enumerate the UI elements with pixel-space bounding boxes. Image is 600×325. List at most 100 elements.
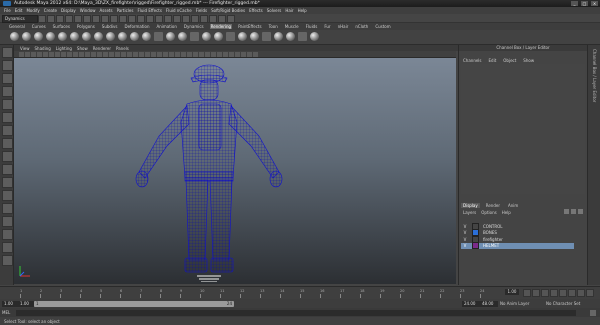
- menu-fluid-ncache[interactable]: Fluid nCache: [166, 8, 192, 13]
- viewport-tool-icon[interactable]: [247, 51, 252, 57]
- scale-tool-icon[interactable]: [2, 112, 13, 123]
- playback-end-field[interactable]: 24.00: [462, 300, 480, 307]
- render-sphere-icon[interactable]: [58, 32, 67, 41]
- viewport-menu-renderer[interactable]: Renderer: [93, 46, 111, 51]
- layer-visibility-toggle[interactable]: V: [461, 243, 469, 248]
- menu-display[interactable]: Display: [61, 8, 76, 13]
- shelf-tab-subdivs[interactable]: Subdivs: [101, 24, 119, 29]
- viewport-tool-icon[interactable]: [79, 51, 84, 57]
- status-tool-icon[interactable]: [110, 15, 118, 23]
- close-button[interactable]: ×: [591, 1, 598, 6]
- viewport-tool-icon[interactable]: [43, 51, 48, 57]
- character-set-selector[interactable]: No Character Set: [546, 301, 580, 307]
- status-tool-icon[interactable]: [164, 15, 172, 23]
- status-tool-icon[interactable]: [128, 15, 136, 23]
- layer-row[interactable]: V HELMET: [461, 242, 574, 249]
- step-back-icon[interactable]: [532, 289, 540, 297]
- viewport-tool-icon[interactable]: [211, 51, 216, 57]
- channel-box-area[interactable]: [461, 64, 585, 194]
- layer-tab-display[interactable]: Display: [461, 203, 480, 208]
- render-sphere-icon[interactable]: [130, 32, 139, 41]
- status-tool-icon[interactable]: [227, 15, 235, 23]
- layer-tab-anim[interactable]: Anim: [506, 203, 520, 208]
- viewport-tool-icon[interactable]: [133, 51, 138, 57]
- layout-script-icon[interactable]: [2, 255, 13, 266]
- shelf-tab-deformation[interactable]: Deformation: [124, 24, 151, 29]
- layer-menu-help[interactable]: Help: [502, 210, 511, 215]
- sidebar-label[interactable]: Channel Box / Layer Editor: [592, 49, 597, 102]
- shelf-tool-icon[interactable]: [250, 32, 259, 41]
- menu-set-selector[interactable]: Dynamics: [2, 15, 38, 23]
- go-start-icon[interactable]: [523, 289, 531, 297]
- layer-color-swatch[interactable]: [472, 242, 479, 249]
- menu-create[interactable]: Create: [44, 8, 57, 13]
- status-tool-icon[interactable]: [137, 15, 145, 23]
- shelf-tab-animation[interactable]: Animation: [156, 24, 178, 29]
- status-tool-icon[interactable]: [173, 15, 181, 23]
- menu-fields[interactable]: Fields: [196, 8, 207, 13]
- viewport-tool-icon[interactable]: [31, 51, 36, 57]
- viewport-tool-icon[interactable]: [127, 51, 132, 57]
- viewport-tool-icon[interactable]: [187, 51, 192, 57]
- shelf-tool-icon[interactable]: [166, 32, 175, 41]
- viewport-tool-icon[interactable]: [175, 51, 180, 57]
- new-layer-selected-icon[interactable]: [571, 209, 576, 214]
- shelf-tool-icon[interactable]: [226, 32, 235, 41]
- playback-start-field[interactable]: 1.00: [18, 300, 34, 307]
- render-sphere-icon[interactable]: [46, 32, 55, 41]
- viewport-tool-icon[interactable]: [91, 51, 96, 57]
- shelf-tool-icon[interactable]: [202, 32, 211, 41]
- status-tool-icon[interactable]: [191, 15, 199, 23]
- layer-tab-render[interactable]: Render: [484, 203, 502, 208]
- channel-menu-edit[interactable]: Edit: [489, 58, 497, 63]
- shelf-tool-icon[interactable]: [310, 32, 319, 41]
- render-sphere-icon[interactable]: [142, 32, 151, 41]
- shelf-tool-icon[interactable]: [274, 32, 283, 41]
- menu-effects[interactable]: Effects: [249, 8, 263, 13]
- layout-two-icon[interactable]: [2, 177, 13, 188]
- menu-help[interactable]: Help: [298, 8, 307, 13]
- end-time-field[interactable]: 48.00: [480, 300, 498, 307]
- channel-menu-show[interactable]: Show: [523, 58, 534, 63]
- viewport-menu-lighting[interactable]: Lighting: [56, 46, 72, 51]
- layer-menu-options[interactable]: Options: [481, 210, 496, 215]
- menu-file[interactable]: File: [4, 8, 11, 13]
- status-tool-icon[interactable]: [38, 15, 46, 23]
- menu-edit[interactable]: Edit: [15, 8, 23, 13]
- viewport-tool-icon[interactable]: [253, 51, 258, 57]
- current-frame-field[interactable]: 1.00: [505, 289, 519, 295]
- layout-hypershade-icon[interactable]: [2, 229, 13, 240]
- menu-modify[interactable]: Modify: [26, 8, 39, 13]
- shelf-tab-curves[interactable]: Curves: [31, 24, 47, 29]
- shelf-tab-muscle[interactable]: Muscle: [284, 24, 300, 29]
- channel-menu-object[interactable]: Object: [503, 58, 516, 63]
- status-tool-icon[interactable]: [92, 15, 100, 23]
- manipulator-icon[interactable]: [2, 125, 13, 136]
- menu-particles[interactable]: Particles: [117, 8, 134, 13]
- layer-menu-layers[interactable]: Layers: [463, 210, 476, 215]
- status-tool-icon[interactable]: [209, 15, 217, 23]
- viewport-tool-icon[interactable]: [151, 51, 156, 57]
- shelf-tab-dynamics[interactable]: Dynamics: [183, 24, 205, 29]
- menu-fluid-effects[interactable]: Fluid Effects: [137, 8, 161, 13]
- shelf-tool-icon[interactable]: [154, 32, 163, 41]
- time-slider[interactable]: 1 2 3 4 5 6 7 8 9 10 11 12 13 14 15 16 17 18 19 20 21 22 23 24 …: [0, 286, 600, 300]
- render-sphere-icon[interactable]: [94, 32, 103, 41]
- layout-single-icon[interactable]: [2, 151, 13, 162]
- viewport-tool-icon[interactable]: [229, 51, 234, 57]
- viewport-tool-icon[interactable]: [37, 51, 42, 57]
- prev-key-icon[interactable]: [541, 289, 549, 297]
- viewport-menu-view[interactable]: View: [20, 46, 30, 51]
- status-tool-icon[interactable]: [65, 15, 73, 23]
- status-tool-icon[interactable]: [200, 15, 208, 23]
- viewport-tool-icon[interactable]: [67, 51, 72, 57]
- viewport-tool-icon[interactable]: [97, 51, 102, 57]
- layout-graph-icon[interactable]: [2, 216, 13, 227]
- status-tool-icon[interactable]: [47, 15, 55, 23]
- move-tool-icon[interactable]: [2, 86, 13, 97]
- move-layer-up-icon[interactable]: [578, 209, 583, 214]
- shelf-tab-general[interactable]: General: [8, 24, 26, 29]
- render-sphere-icon[interactable]: [118, 32, 127, 41]
- shelf-tool-icon[interactable]: [214, 32, 223, 41]
- layout-outliner-icon[interactable]: [2, 203, 13, 214]
